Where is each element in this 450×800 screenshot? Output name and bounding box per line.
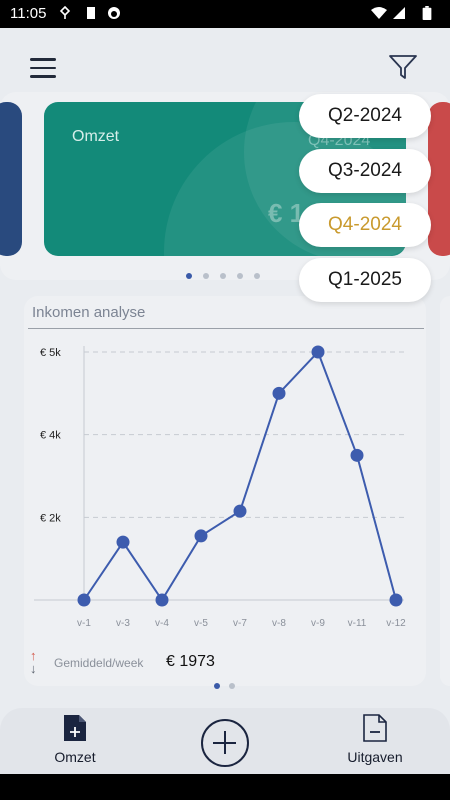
nav-omzet[interactable]: Omzet (50, 714, 100, 765)
carousel-card-previous[interactable] (0, 102, 22, 256)
nav-omzet-label: Omzet (54, 749, 96, 765)
quarter-option-q2-2024[interactable]: Q2-2024 (299, 94, 431, 138)
average-value: € 1973 (166, 653, 215, 670)
chart-page-dot (229, 683, 235, 689)
data-point (311, 345, 325, 359)
usb-debug-icon (59, 6, 71, 19)
sd-card-icon (87, 7, 95, 19)
x-tick-label: v-7 (233, 618, 247, 629)
arrow-down-icon: ↓ (30, 661, 37, 676)
x-tick-label: v-11 (348, 618, 367, 629)
x-tick-label: v-3 (116, 618, 130, 629)
status-bar: 11:05 (0, 0, 450, 28)
summary-card-title: Omzet (72, 128, 120, 145)
x-tick-label: v-12 (386, 618, 406, 629)
x-tick-label: v-9 (311, 618, 325, 629)
average-label: Gemiddeld/week (54, 656, 144, 670)
x-tick-label: v-4 (155, 618, 169, 629)
data-point (194, 529, 208, 543)
wifi-icon (371, 7, 387, 19)
document-minus-icon (363, 714, 387, 742)
x-tick-label: v-1 (77, 618, 91, 629)
carousel-dot (203, 273, 209, 279)
carousel-dot (237, 273, 243, 279)
nav-uitgaven[interactable]: Uitgaven (340, 714, 410, 765)
signal-icon (393, 7, 405, 19)
nav-uitgaven-label: Uitgaven (347, 749, 403, 765)
income-analysis-card[interactable]: Inkomen analyse € 2k € 4k € 5k v-1 v-3 v-4 v-5… (24, 296, 426, 689)
data-point (350, 448, 364, 462)
system-navigation-bar (0, 774, 450, 800)
carousel-dot (220, 273, 226, 279)
x-tick-label: v-5 (194, 618, 208, 629)
carousel-card-next[interactable] (428, 102, 450, 256)
data-point (272, 386, 286, 400)
x-tick-label: v-8 (272, 618, 286, 629)
data-point (116, 535, 130, 549)
document-plus-icon (64, 715, 86, 741)
filter-funnel-icon[interactable] (388, 52, 418, 82)
carousel-dot (186, 273, 192, 279)
chart-page-indicator (214, 676, 244, 694)
quarter-option-q3-2024[interactable]: Q3-2024 (299, 149, 431, 193)
carousel-indicator (186, 266, 271, 284)
status-time: 11:05 (10, 5, 47, 22)
sync-icon (108, 7, 120, 19)
carousel-dot (254, 273, 260, 279)
income-line-chart: € 2k € 4k € 5k v-1 v-3 v-4 v-5 v-7 v-8 v-9 v-11 v-1… (34, 345, 406, 629)
income-series-line (83, 350, 397, 602)
bottom-navigation: Omzet Uitgaven (0, 708, 450, 774)
data-point (77, 593, 91, 607)
add-transaction-button[interactable] (201, 719, 249, 767)
chart-page-dot (214, 683, 220, 689)
data-point (233, 504, 247, 518)
next-chart-card[interactable] (440, 296, 450, 686)
data-point (155, 593, 169, 607)
hamburger-icon[interactable] (30, 58, 56, 78)
quarter-option-q4-2024[interactable]: Q4-2024 (299, 203, 431, 247)
quarter-option-q1-2025[interactable]: Q1-2025 (299, 258, 431, 302)
battery-icon (422, 6, 432, 20)
y-tick-label: € 5k (40, 347, 61, 359)
app-bar (0, 28, 450, 98)
y-tick-label: € 2k (40, 512, 61, 524)
y-tick-label: € 4k (40, 430, 61, 442)
data-point (389, 593, 403, 607)
